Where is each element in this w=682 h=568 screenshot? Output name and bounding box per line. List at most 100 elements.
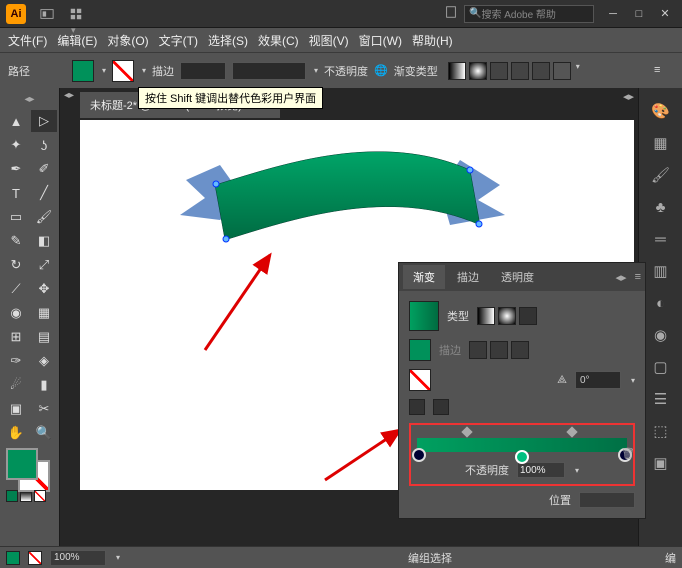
docarea-collapse-icon[interactable]: ◂▸ (623, 90, 634, 103)
selection-tool[interactable]: ▲ (3, 110, 29, 132)
reverse-gradient-icon[interactable] (553, 62, 571, 80)
menu-view[interactable]: 视图(V) (309, 32, 349, 49)
align-icon-3[interactable] (532, 62, 550, 80)
mesh-tool[interactable]: ⊞ (3, 326, 29, 348)
fill-swatch[interactable] (72, 60, 94, 82)
stroke-panel-icon[interactable]: ═ (643, 224, 679, 254)
menu-help[interactable]: 帮助(H) (412, 32, 453, 49)
linear-gradient-icon[interactable] (448, 62, 466, 80)
menu-type[interactable]: 文字(T) (159, 32, 198, 49)
color-mode-icon[interactable] (6, 490, 18, 502)
curvature-tool[interactable]: ✐ (31, 158, 57, 180)
blend-tool[interactable]: ◈ (31, 350, 57, 372)
tab-gradient[interactable]: 渐变 (403, 265, 445, 289)
status-fill-swatch[interactable] (6, 551, 20, 565)
symbols-panel-icon[interactable]: ♣ (643, 192, 679, 222)
menu-effect[interactable]: 效果(C) (258, 32, 299, 49)
menu-window[interactable]: 窗口(W) (359, 32, 402, 49)
scale-tool[interactable]: ⤢ (31, 254, 57, 276)
panel-menu-icon[interactable]: ≡ (635, 271, 641, 283)
bridge-icon[interactable] (40, 7, 55, 21)
line-tool[interactable]: ╱ (31, 182, 57, 204)
stroke-within-icon[interactable] (469, 341, 487, 359)
shaper-tool[interactable]: ✎ (3, 230, 29, 252)
color-panel-icon[interactable]: 🎨 (643, 96, 679, 126)
align-icon-2[interactable] (511, 62, 529, 80)
artboards-panel-icon[interactable]: ▣ (643, 448, 679, 478)
perspective-tool[interactable]: ▦ (31, 302, 57, 324)
panel-opacity-input[interactable] (517, 462, 565, 478)
stroke-profile[interactable] (232, 62, 306, 80)
stop-mid[interactable] (515, 450, 529, 464)
eraser-tool[interactable]: ◧ (31, 230, 57, 252)
shape-builder-tool[interactable]: ◉ (3, 302, 29, 324)
search-input[interactable]: 🔍 搜索 Adobe 帮助 (464, 5, 594, 23)
graphic-styles-icon[interactable]: ▢ (643, 352, 679, 382)
type-tool[interactable]: T (3, 182, 29, 204)
rectangle-tool[interactable]: ▭ (3, 206, 29, 228)
gradient-panel-icon[interactable]: ▥ (643, 256, 679, 286)
midpoint-right[interactable] (567, 426, 578, 437)
fill-color[interactable] (6, 448, 38, 480)
gradient-slider[interactable] (417, 438, 627, 452)
brushes-panel-icon[interactable]: 🖌 (643, 160, 679, 190)
pen-tool[interactable]: ✒ (3, 158, 29, 180)
lasso-tool[interactable]: ʖ (31, 134, 57, 156)
artboard-tool[interactable]: ▣ (3, 398, 29, 420)
radial-gradient-icon[interactable] (469, 62, 487, 80)
asset-export-icon[interactable]: ⬚ (643, 416, 679, 446)
zoom-tool[interactable]: 🔍 (31, 422, 57, 444)
panel-stroke-swatch[interactable] (409, 369, 431, 391)
aspect-icon-1[interactable] (409, 399, 425, 415)
menu-object[interactable]: 对象(O) (107, 32, 148, 49)
column-graph-tool[interactable]: ▮ (31, 374, 57, 396)
menu-edit[interactable]: 编辑(E) (57, 32, 97, 49)
stroke-along-icon[interactable] (490, 341, 508, 359)
appearance-panel-icon[interactable]: ◉ (643, 320, 679, 350)
direct-selection-tool[interactable]: ▷ (31, 110, 57, 132)
tab-stroke[interactable]: 描边 (447, 265, 489, 289)
gradient-tool[interactable]: ▤ (31, 326, 57, 348)
symbol-sprayer-tool[interactable]: ☄ (3, 374, 29, 396)
swatches-panel-icon[interactable]: ▦ (643, 128, 679, 158)
free-transform-tool[interactable]: ✥ (31, 278, 57, 300)
position-input[interactable] (579, 492, 635, 508)
menu-select[interactable]: 选择(S) (208, 32, 248, 49)
minimize-button[interactable]: ─ (602, 5, 624, 23)
aspect-icon-2[interactable] (433, 399, 449, 415)
angle-input[interactable] (575, 371, 621, 389)
opacity-globe-icon[interactable]: 🌐 (374, 64, 388, 77)
arrange-icon[interactable]: ▾ (69, 7, 84, 21)
panel-collapse-icon[interactable]: ◂▸ (616, 271, 627, 284)
layers-panel-icon[interactable]: ☰ (643, 384, 679, 414)
transparency-panel-icon[interactable]: ◐ (643, 288, 679, 318)
rotate-tool[interactable]: ↻ (3, 254, 29, 276)
paintbrush-tool[interactable]: 🖌 (31, 206, 57, 228)
hand-tool[interactable]: ✋ (3, 422, 29, 444)
tools-collapse-icon[interactable]: ◂▸ (0, 94, 59, 108)
tab-transparency[interactable]: 透明度 (491, 265, 544, 289)
stroke-weight[interactable] (180, 62, 226, 80)
midpoint-left[interactable] (462, 426, 473, 437)
doc-collapse-icon[interactable]: ◂▸ (64, 90, 74, 104)
doc-setup-icon[interactable] (444, 5, 458, 22)
gradient-preview[interactable] (409, 301, 439, 331)
type-radial-icon[interactable] (498, 307, 516, 325)
type-linear-icon[interactable] (477, 307, 495, 325)
delete-stop-icon[interactable]: 🗑 (621, 447, 635, 460)
panel-fill-swatch[interactable] (409, 339, 431, 361)
type-freeform-icon[interactable] (519, 307, 537, 325)
stop-left[interactable] (412, 448, 426, 462)
eyedropper-tool[interactable]: ✑ (3, 350, 29, 372)
status-stroke-swatch[interactable] (28, 551, 42, 565)
stroke-swatch[interactable] (112, 60, 134, 82)
stroke-across-icon[interactable] (511, 341, 529, 359)
zoom-select[interactable] (50, 550, 106, 566)
align-icon-1[interactable] (490, 62, 508, 80)
magic-wand-tool[interactable]: ✦ (3, 134, 29, 156)
panel-menu-icon[interactable]: ≡ (654, 64, 674, 78)
width-tool[interactable]: ⟋ (3, 278, 29, 300)
slice-tool[interactable]: ✂ (31, 398, 57, 420)
close-button[interactable]: ✕ (654, 5, 676, 23)
menu-file[interactable]: 文件(F) (8, 32, 47, 49)
